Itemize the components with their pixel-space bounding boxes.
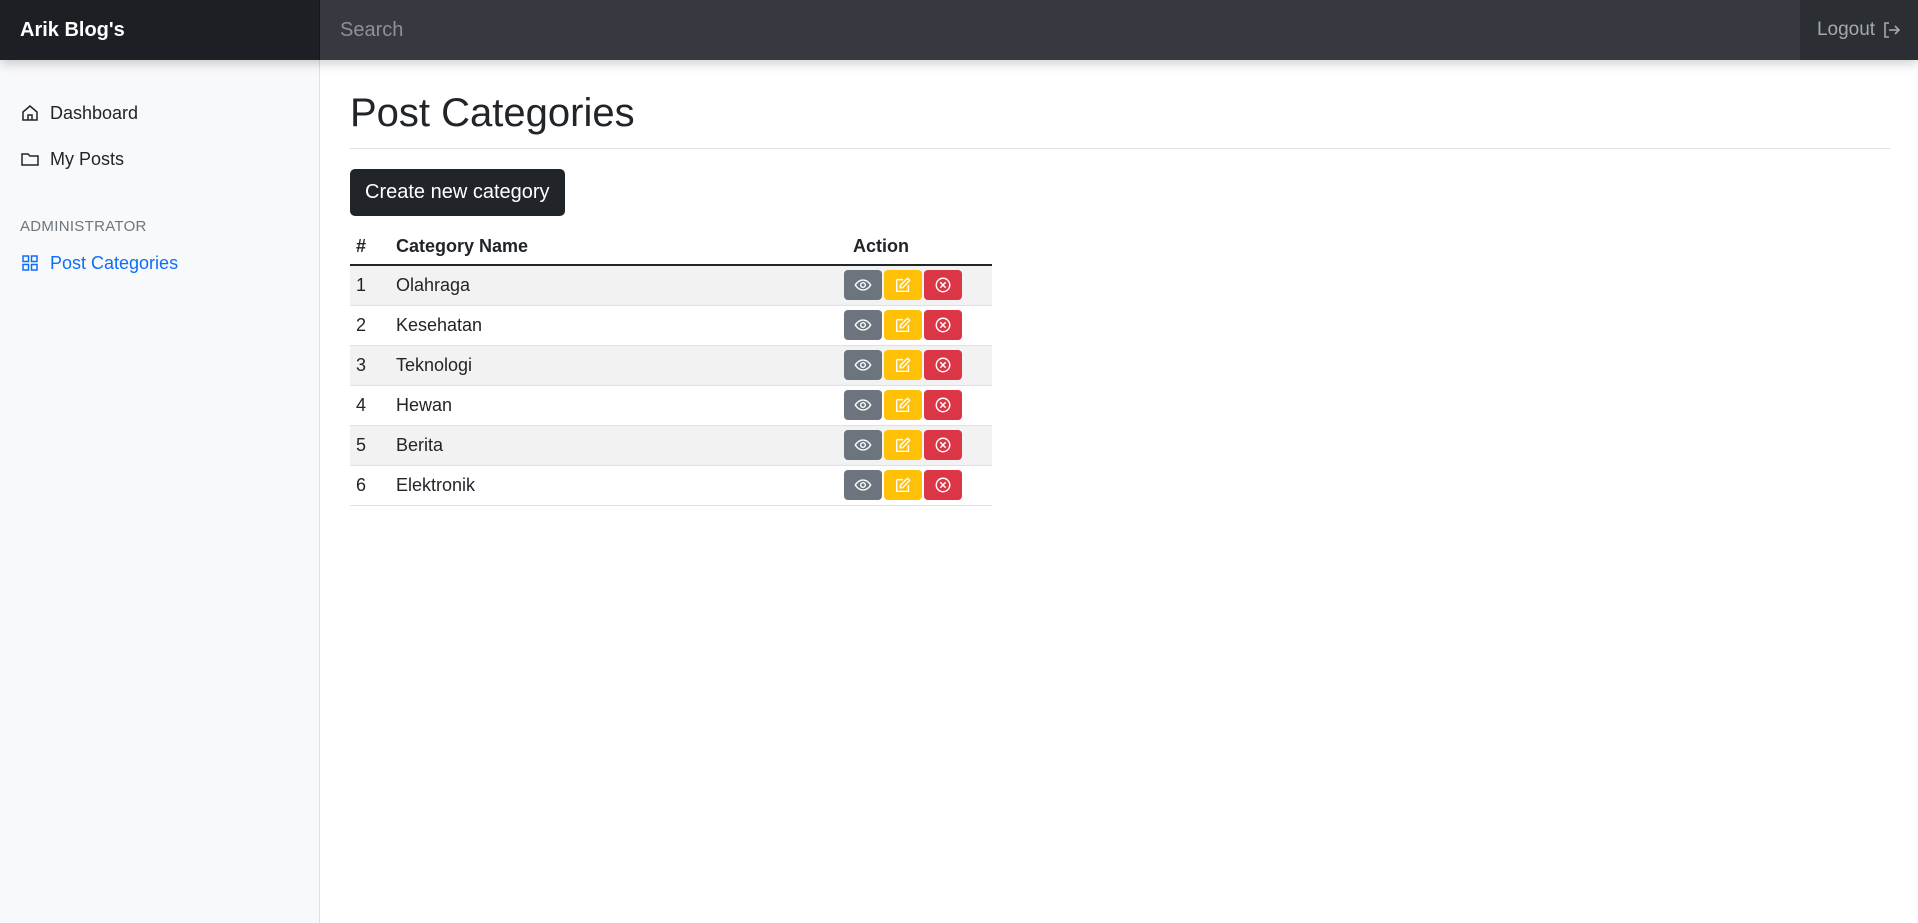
sidebar: Dashboard My Posts ADMINISTRATOR Post Ca… (0, 60, 320, 923)
create-category-button[interactable]: Create new category (350, 169, 565, 216)
delete-icon (934, 436, 952, 454)
view-button[interactable] (844, 310, 882, 340)
delete-icon (934, 396, 952, 414)
edit-icon (894, 476, 912, 494)
edit-button[interactable] (884, 270, 922, 301)
view-button[interactable] (844, 470, 882, 500)
row-number: 1 (350, 265, 390, 306)
row-actions (770, 425, 992, 466)
edit-icon (894, 276, 912, 294)
sidebar-admin-heading: ADMINISTRATOR (20, 217, 147, 235)
main-content: Post Categories Create new category # Ca… (350, 60, 1890, 506)
logout-button[interactable]: Logout (1800, 0, 1918, 60)
sidebar-item-label: My Posts (50, 148, 125, 169)
column-header-number: # (350, 228, 390, 266)
edit-icon (894, 316, 912, 334)
delete-icon (934, 316, 952, 334)
table-row: 6 Elektronik (350, 465, 992, 506)
category-name: Olahraga (390, 265, 770, 306)
column-header-action: Action (770, 228, 992, 266)
row-actions (770, 465, 992, 506)
categories-table: # Category Name Action 1 Olahraga 2 Kesehat… (350, 228, 992, 506)
delete-button[interactable] (924, 270, 962, 301)
view-button[interactable] (844, 430, 882, 460)
top-navbar: Arik Blog's Logout (0, 0, 1918, 60)
search-input[interactable] (320, 0, 1800, 60)
logout-icon (1884, 22, 1901, 38)
category-name: Elektronik (390, 465, 770, 506)
edit-button[interactable] (884, 430, 922, 460)
title-divider (350, 148, 1890, 149)
grid-icon (22, 255, 38, 271)
edit-button[interactable] (884, 310, 922, 340)
row-actions (770, 305, 992, 346)
eye-icon (854, 316, 872, 334)
sidebar-item-label: Post Categories (50, 252, 179, 273)
table-row: 2 Kesehatan (350, 305, 992, 346)
view-button[interactable] (844, 390, 882, 420)
delete-icon (934, 476, 952, 494)
edit-icon (894, 356, 912, 374)
sidebar-item-my-posts[interactable]: My Posts (0, 136, 319, 182)
sidebar-item-dashboard[interactable]: Dashboard (0, 90, 319, 136)
table-header-row: # Category Name Action (350, 228, 992, 266)
eye-icon (854, 356, 872, 374)
row-actions (770, 265, 992, 306)
delete-icon (934, 276, 952, 294)
table-row: 5 Berita (350, 425, 992, 466)
row-number: 5 (350, 425, 390, 466)
logout-label: Logout (1816, 19, 1876, 40)
eye-icon (854, 276, 872, 294)
delete-button[interactable] (924, 350, 962, 380)
row-number: 4 (350, 385, 390, 426)
view-button[interactable] (844, 270, 882, 301)
category-name: Hewan (390, 385, 770, 426)
delete-button[interactable] (924, 310, 962, 340)
edit-button[interactable] (884, 350, 922, 380)
edit-icon (894, 436, 912, 454)
sidebar-item-post-categories[interactable]: Post Categories (0, 240, 319, 286)
brand-title[interactable]: Arik Blog's (0, 0, 320, 60)
table-body: 1 Olahraga 2 Kesehatan 3 Teknologi 4 Hewan 5 Beri… (350, 265, 992, 506)
row-number: 3 (350, 345, 390, 386)
delete-button[interactable] (924, 430, 962, 460)
row-number: 6 (350, 465, 390, 506)
category-name: Teknologi (390, 345, 770, 386)
home-icon (22, 105, 38, 121)
delete-button[interactable] (924, 470, 962, 500)
row-actions (770, 385, 992, 426)
column-header-category-name: Category Name (390, 228, 770, 266)
delete-icon (934, 356, 952, 374)
table-row: 1 Olahraga (350, 265, 992, 306)
category-name: Kesehatan (390, 305, 770, 346)
delete-button[interactable] (924, 390, 962, 420)
folder-icon (21, 153, 39, 166)
eye-icon (854, 436, 872, 454)
eye-icon (854, 476, 872, 494)
category-name: Berita (390, 425, 770, 466)
edit-button[interactable] (884, 470, 922, 500)
table-row: 4 Hewan (350, 385, 992, 426)
edit-icon (894, 396, 912, 414)
row-number: 2 (350, 305, 390, 346)
sidebar-item-label: Dashboard (50, 102, 139, 123)
edit-button[interactable] (884, 390, 922, 420)
table-row: 3 Teknologi (350, 345, 992, 386)
view-button[interactable] (844, 350, 882, 380)
page-title: Post Categories (350, 91, 635, 135)
row-actions (770, 345, 992, 386)
eye-icon (854, 396, 872, 414)
